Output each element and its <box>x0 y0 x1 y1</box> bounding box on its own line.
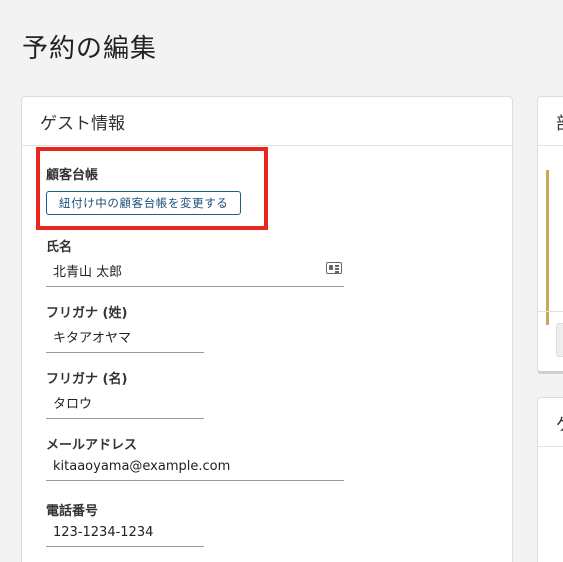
furigana-first-input[interactable]: タロウ <box>46 393 204 419</box>
name-input[interactable]: 北青山 太郎 <box>46 261 344 287</box>
email-input[interactable]: kitaaoyama@example.com <box>46 459 344 481</box>
room-card-button[interactable] <box>556 323 563 357</box>
furigana-last-field: フリガナ (姓) キタアオヤマ <box>46 302 204 353</box>
name-label: 氏名 <box>46 240 73 255</box>
id-card-icon[interactable] <box>326 262 342 274</box>
divider <box>538 311 563 312</box>
furigana-last-input[interactable]: キタアオヤマ <box>46 327 204 353</box>
phone-field: 電話番号 123-1234-1234 <box>46 500 204 547</box>
email-field: メールアドレス kitaaoyama@example.com <box>46 434 344 481</box>
room-image-stub <box>546 170 549 325</box>
guest-info-card-title: ゲスト情報 <box>22 97 512 146</box>
guest-detail-card: ゲ <box>537 397 563 562</box>
email-label: メールアドレス <box>46 438 138 453</box>
customer-ledger-section: 顧客台帳 紐付け中の顧客台帳を変更する <box>46 164 242 215</box>
phone-label: 電話番号 <box>46 504 99 519</box>
name-field: 氏名 北青山 太郎 <box>46 236 344 287</box>
change-customer-ledger-button[interactable]: 紐付け中の顧客台帳を変更する <box>46 191 242 215</box>
room-card: 部 <box>537 96 563 374</box>
furigana-last-label: フリガナ (姓) <box>46 306 128 321</box>
room-card-title: 部 <box>538 97 563 146</box>
page-title: 予約の編集 <box>22 34 158 64</box>
phone-input[interactable]: 123-1234-1234 <box>46 525 204 547</box>
name-value: 北青山 太郎 <box>53 265 123 280</box>
customer-ledger-label: 顧客台帳 <box>46 168 99 183</box>
furigana-first-label: フリガナ (名) <box>46 372 128 387</box>
guest-detail-card-title: ゲ <box>538 398 563 447</box>
furigana-first-field: フリガナ (名) タロウ <box>46 368 204 419</box>
